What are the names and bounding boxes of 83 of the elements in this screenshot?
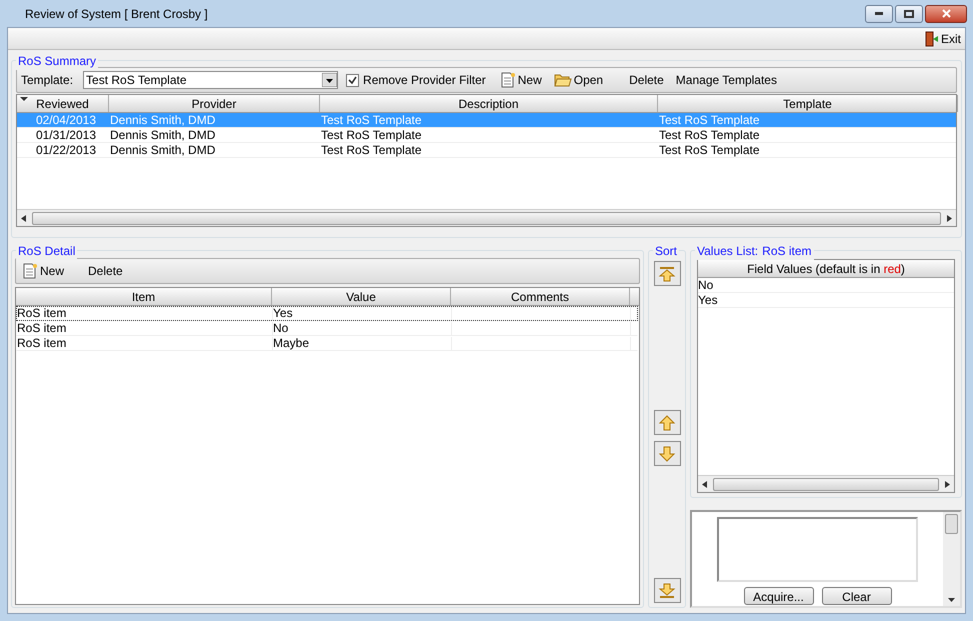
table-cell: No — [273, 322, 452, 335]
column-header[interactable]: Comments — [451, 288, 630, 305]
list-item[interactable]: No — [698, 278, 954, 293]
table-cell-text: Test RoS Template — [320, 143, 422, 157]
scroll-down-icon — [948, 598, 955, 602]
column-header[interactable]: Template — [658, 95, 958, 112]
table-cell-text: 01/22/2013 — [34, 143, 97, 157]
table-cell-text: Dennis Smith, DMD — [109, 143, 216, 157]
table-cell-text: Test RoS Template — [320, 128, 422, 142]
toolbar-button[interactable]: Delete — [84, 260, 127, 282]
table-cell-text: Dennis Smith, DMD — [109, 128, 216, 142]
table-cell: RoS item — [17, 337, 273, 350]
horizontal-scrollbar[interactable] — [698, 475, 954, 492]
column-header[interactable]: Item — [16, 288, 272, 305]
table-cell: RoS item — [17, 322, 273, 335]
close-button[interactable] — [925, 4, 967, 22]
group-title: RoS Detail — [18, 243, 76, 260]
table-cell-text: Test RoS Template — [658, 128, 760, 142]
group-title: Values List: — [697, 243, 758, 260]
dropdown-arrow-icon — [322, 73, 338, 87]
scrollbar-thumb[interactable] — [713, 478, 939, 490]
exit-door-icon — [924, 30, 939, 46]
capture-button[interactable]: Clear — [822, 587, 892, 605]
restore-icon — [904, 10, 914, 18]
scroll-left-icon — [21, 214, 26, 222]
toolbar-button[interactable]: Delete — [625, 69, 668, 91]
table-cell-text: Test RoS Template — [658, 113, 760, 127]
move-to-bottom-icon — [658, 582, 676, 600]
table-cell: Yes — [273, 307, 452, 320]
column-header[interactable]: Reviewed — [17, 95, 109, 112]
checkbox[interactable] — [346, 74, 360, 86]
table-cell: Maybe — [273, 337, 452, 350]
sort-button[interactable] — [654, 261, 680, 286]
new-document-icon — [22, 263, 38, 279]
table-cell: RoS item — [17, 307, 273, 320]
scrollbar-thumb[interactable] — [32, 212, 941, 224]
checkbox-label: Remove Provider Filter — [363, 72, 486, 89]
maximize-button[interactable] — [895, 4, 923, 22]
table-cell-text: 02/04/2013 — [34, 113, 97, 127]
scrollbar-thumb[interactable] — [945, 514, 958, 534]
exit-button[interactable]: Exit — [922, 30, 963, 48]
sort-indicator-icon — [20, 97, 28, 102]
toolbar-button[interactable]: Manage Templates — [672, 69, 781, 91]
values-list-item-name: RoS item — [762, 243, 812, 260]
table-cell-text: Test RoS Template — [320, 113, 422, 127]
table-row[interactable]: RoS item No — [16, 321, 638, 336]
table-row[interactable]: 01/22/2013 Dennis Smith, DMD Test RoS Template Test RoS Template — [17, 143, 956, 158]
move-to-top-icon — [658, 264, 676, 282]
sort-button[interactable] — [654, 441, 680, 466]
column-header[interactable]: Value — [272, 288, 451, 305]
sort-button[interactable] — [654, 578, 680, 603]
table-cell-text: Test RoS Template — [658, 143, 760, 157]
scroll-left-icon — [702, 480, 707, 488]
capture-button[interactable]: Acquire... — [744, 587, 814, 605]
sort-button[interactable] — [654, 410, 680, 435]
column-header[interactable]: Description — [320, 95, 658, 112]
column-header[interactable]: Provider — [109, 95, 320, 112]
down-arrow-icon — [658, 444, 676, 462]
table-row[interactable]: RoS item Maybe — [16, 336, 638, 351]
template-dropdown[interactable]: Test RoS Template — [83, 71, 338, 89]
scroll-right-icon — [945, 480, 950, 488]
column-header[interactable]: Field Values (default is in red) — [698, 260, 954, 278]
table-row[interactable]: RoS item Yes — [16, 306, 638, 321]
template-label: Template: — [21, 72, 74, 89]
new-document-icon — [500, 72, 516, 88]
table-cell-text: 01/31/2013 — [34, 128, 97, 142]
open-button[interactable]: Open — [550, 69, 608, 91]
horizontal-scrollbar[interactable] — [17, 209, 956, 226]
window-title: Review of System [ Brent Crosby ] — [25, 6, 208, 22]
group-title: RoS Summary — [18, 53, 96, 70]
table-cell-text: Dennis Smith, DMD — [109, 113, 216, 127]
table-row[interactable]: 01/31/2013 Dennis Smith, DMD Test RoS Template Test RoS Template — [17, 128, 956, 143]
list-item[interactable]: Yes — [698, 293, 954, 308]
minimize-button[interactable] — [865, 4, 893, 22]
minimize-icon — [875, 12, 883, 15]
folder-icon — [554, 72, 572, 88]
group-title: Sort — [655, 243, 678, 260]
new-button[interactable]: New — [18, 260, 68, 282]
new-button[interactable]: New — [496, 69, 546, 91]
up-arrow-icon — [658, 414, 676, 432]
scroll-right-icon — [947, 214, 952, 222]
vertical-scrollbar[interactable] — [943, 512, 960, 606]
close-icon — [942, 9, 950, 18]
